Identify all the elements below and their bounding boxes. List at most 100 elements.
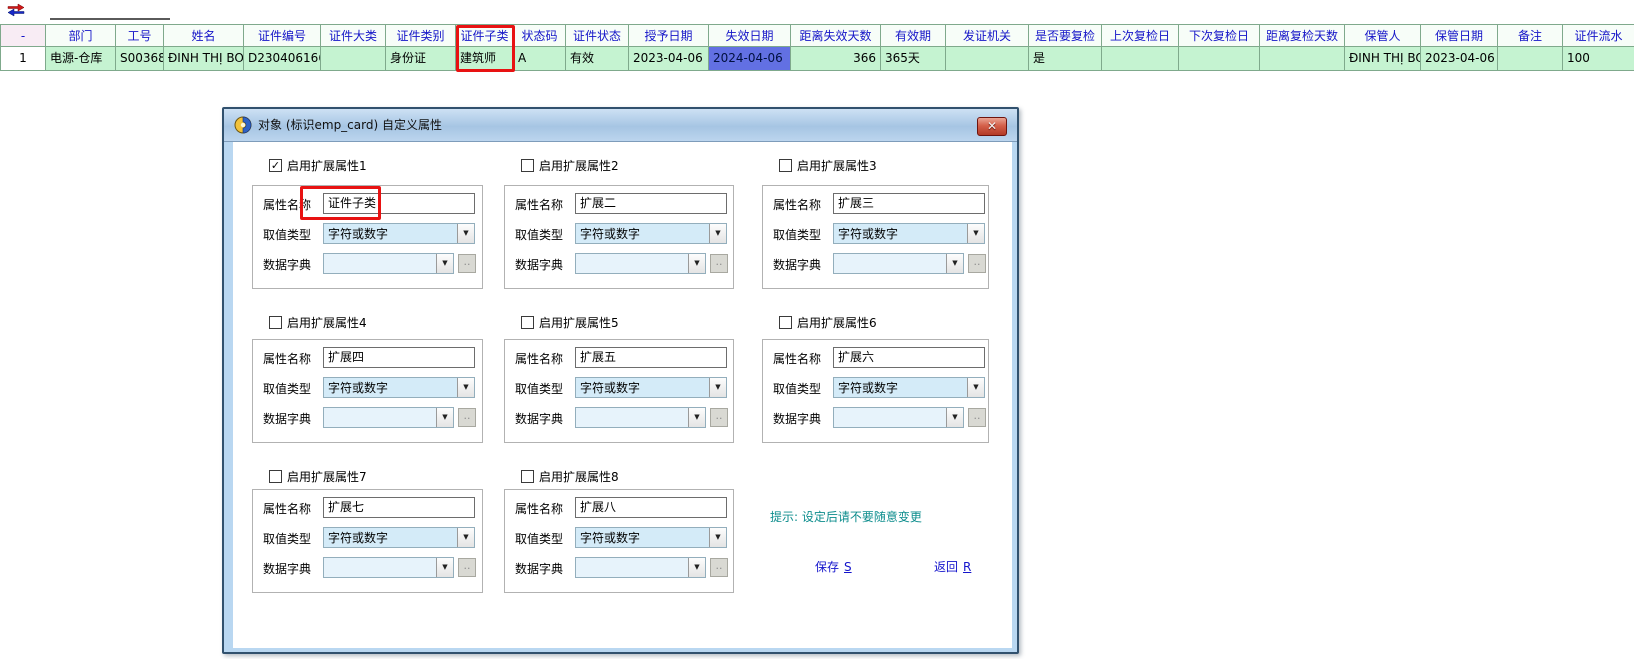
value-type-select[interactable]: 字符或数字▼ bbox=[833, 377, 985, 398]
table-cell[interactable]: 365天 bbox=[881, 47, 946, 71]
attribute-name-input[interactable]: 扩展八 bbox=[575, 497, 727, 518]
chevron-down-icon[interactable]: ▼ bbox=[688, 254, 705, 273]
table-cell[interactable]: 是 bbox=[1029, 47, 1102, 71]
checkbox-extended-property-3[interactable] bbox=[779, 159, 792, 172]
column-header[interactable]: 证件类别 bbox=[386, 24, 456, 47]
checkbox-extended-property-7[interactable] bbox=[269, 470, 282, 483]
column-header[interactable]: 工号 bbox=[116, 24, 164, 47]
table-cell[interactable]: 100 bbox=[1563, 47, 1634, 71]
column-header[interactable]: 证件子类 bbox=[456, 24, 514, 47]
table-cell[interactable]: 366 bbox=[791, 47, 881, 71]
chevron-down-icon[interactable]: ▼ bbox=[946, 408, 963, 427]
data-dictionary-select[interactable]: ▼ bbox=[575, 407, 706, 428]
table-cell[interactable]: ĐINH THỊ BON bbox=[164, 47, 244, 71]
browse-dots-button[interactable]: .. bbox=[968, 408, 986, 427]
data-dictionary-select[interactable]: ▼ bbox=[833, 407, 964, 428]
checkbox-extended-property-5[interactable] bbox=[521, 316, 534, 329]
chevron-down-icon[interactable]: ▼ bbox=[436, 408, 453, 427]
chevron-down-icon[interactable]: ▼ bbox=[457, 528, 474, 547]
column-header[interactable]: 证件大类 bbox=[321, 24, 386, 47]
browse-dots-button[interactable]: .. bbox=[458, 254, 476, 273]
column-header[interactable]: 证件状态 bbox=[566, 24, 629, 47]
table-cell[interactable] bbox=[1179, 47, 1260, 71]
checkbox-extended-property-2[interactable] bbox=[521, 159, 534, 172]
chevron-down-icon[interactable]: ▼ bbox=[967, 378, 984, 397]
attribute-name-input[interactable]: 扩展二 bbox=[575, 193, 727, 214]
data-dictionary-select[interactable]: ▼ bbox=[323, 407, 454, 428]
attribute-name-input[interactable]: 扩展五 bbox=[575, 347, 727, 368]
value-type-select[interactable]: 字符或数字▼ bbox=[575, 527, 727, 548]
value-type-select[interactable]: 字符或数字▼ bbox=[575, 223, 727, 244]
column-header[interactable]: 姓名 bbox=[164, 24, 244, 47]
checkbox-extended-property-1[interactable]: ✓ bbox=[269, 159, 282, 172]
table-cell[interactable] bbox=[1102, 47, 1179, 71]
column-header[interactable]: 证件编号 bbox=[244, 24, 321, 47]
swap-arrows-icon[interactable] bbox=[7, 3, 25, 17]
browse-dots-button[interactable]: .. bbox=[710, 558, 728, 577]
data-dictionary-select[interactable]: ▼ bbox=[323, 253, 454, 274]
table-cell[interactable] bbox=[946, 47, 1029, 71]
table-cell[interactable]: 电源-仓库 bbox=[46, 47, 116, 71]
value-type-select[interactable]: 字符或数字▼ bbox=[575, 377, 727, 398]
table-cell[interactable]: A bbox=[514, 47, 566, 71]
chevron-down-icon[interactable]: ▼ bbox=[436, 558, 453, 577]
chevron-down-icon[interactable]: ▼ bbox=[457, 224, 474, 243]
chevron-down-icon[interactable]: ▼ bbox=[457, 378, 474, 397]
table-cell[interactable]: 2024-04-06 bbox=[709, 47, 791, 71]
value-type-select[interactable]: 字符或数字▼ bbox=[323, 377, 475, 398]
chevron-down-icon[interactable]: ▼ bbox=[946, 254, 963, 273]
dialog-titlebar[interactable]: 对象 (标识emp_card) 自定义属性 ✕ bbox=[224, 109, 1017, 142]
table-cell[interactable] bbox=[321, 47, 386, 71]
value-type-select[interactable]: 字符或数字▼ bbox=[323, 223, 475, 244]
column-header[interactable]: 下次复检日 bbox=[1179, 24, 1260, 47]
data-dictionary-select[interactable]: ▼ bbox=[575, 557, 706, 578]
browse-dots-button[interactable]: .. bbox=[710, 254, 728, 273]
column-header[interactable]: 失效日期 bbox=[709, 24, 791, 47]
browse-dots-button[interactable]: .. bbox=[458, 558, 476, 577]
checkbox-extended-property-6[interactable] bbox=[779, 316, 792, 329]
checkbox-extended-property-8[interactable] bbox=[521, 470, 534, 483]
attribute-name-input[interactable]: 扩展七 bbox=[323, 497, 475, 518]
table-cell[interactable]: 有效 bbox=[566, 47, 629, 71]
table-cell[interactable]: D2304061662 bbox=[244, 47, 321, 71]
attribute-name-input[interactable]: 扩展四 bbox=[323, 347, 475, 368]
checkbox-extended-property-4[interactable] bbox=[269, 316, 282, 329]
column-header[interactable]: 保管人 bbox=[1345, 24, 1421, 47]
attribute-name-input[interactable]: 扩展三 bbox=[833, 193, 985, 214]
table-cell[interactable]: ĐINH THỊ BON bbox=[1345, 47, 1421, 71]
column-header[interactable]: 距离复检天数 bbox=[1260, 24, 1345, 47]
browse-dots-button[interactable]: .. bbox=[968, 254, 986, 273]
data-dictionary-select[interactable]: ▼ bbox=[575, 253, 706, 274]
table-cell[interactable]: 2023-04-06 bbox=[629, 47, 709, 71]
column-header[interactable]: 状态码 bbox=[514, 24, 566, 47]
column-header[interactable]: 授予日期 bbox=[629, 24, 709, 47]
browse-dots-button[interactable]: .. bbox=[458, 408, 476, 427]
table-cell[interactable]: S00368 bbox=[116, 47, 164, 71]
column-header[interactable]: 备注 bbox=[1498, 24, 1563, 47]
column-header[interactable]: 部门 bbox=[46, 24, 116, 47]
table-cell[interactable]: 1 bbox=[1, 47, 46, 71]
table-cell[interactable]: 建筑师 bbox=[456, 47, 514, 71]
column-header[interactable]: 是否要复检 bbox=[1029, 24, 1102, 47]
table-cell[interactable] bbox=[1498, 47, 1563, 71]
column-header[interactable]: 证件流水 bbox=[1563, 24, 1634, 47]
save-button[interactable]: 保存S bbox=[815, 558, 852, 575]
chevron-down-icon[interactable]: ▼ bbox=[709, 224, 726, 243]
column-header[interactable]: 有效期 bbox=[881, 24, 946, 47]
value-type-select[interactable]: 字符或数字▼ bbox=[323, 527, 475, 548]
table-cell[interactable] bbox=[1260, 47, 1345, 71]
browse-dots-button[interactable]: .. bbox=[710, 408, 728, 427]
chevron-down-icon[interactable]: ▼ bbox=[688, 408, 705, 427]
chevron-down-icon[interactable]: ▼ bbox=[709, 528, 726, 547]
column-header[interactable]: 发证机关 bbox=[946, 24, 1029, 47]
chevron-down-icon[interactable]: ▼ bbox=[436, 254, 453, 273]
data-dictionary-select[interactable]: ▼ bbox=[323, 557, 454, 578]
column-header[interactable]: 上次复检日 bbox=[1102, 24, 1179, 47]
table-cell[interactable]: 身份证 bbox=[386, 47, 456, 71]
table-cell[interactable]: 2023-04-06 bbox=[1421, 47, 1498, 71]
chevron-down-icon[interactable]: ▼ bbox=[709, 378, 726, 397]
chevron-down-icon[interactable]: ▼ bbox=[688, 558, 705, 577]
data-dictionary-select[interactable]: ▼ bbox=[833, 253, 964, 274]
attribute-name-input[interactable]: 扩展六 bbox=[833, 347, 985, 368]
value-type-select[interactable]: 字符或数字▼ bbox=[833, 223, 985, 244]
